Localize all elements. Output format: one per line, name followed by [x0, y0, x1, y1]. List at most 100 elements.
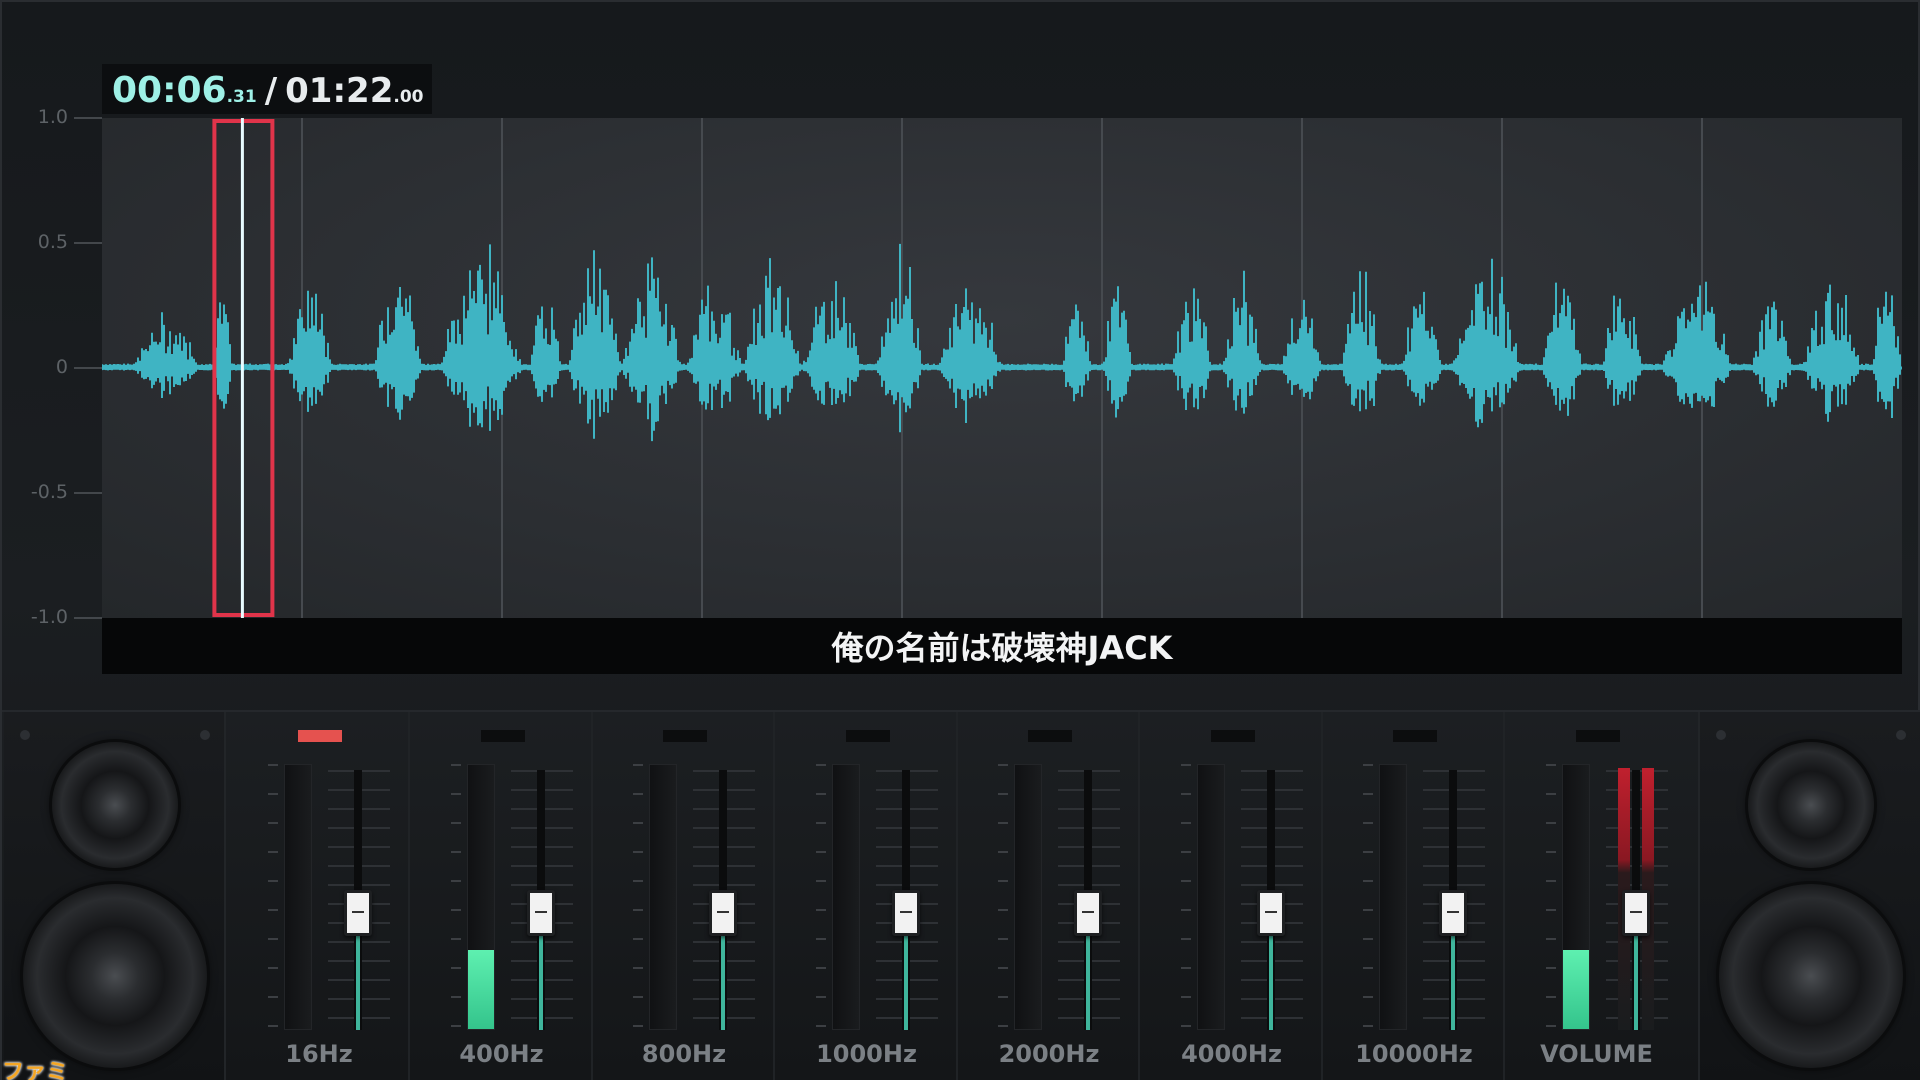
- channel-label: 800Hz: [641, 1040, 727, 1068]
- scale-tick: [268, 1025, 278, 1027]
- woofer-cone: [1719, 884, 1903, 1068]
- scale-tick: [998, 764, 1008, 766]
- scale-tick: [1545, 793, 1556, 795]
- scale-tick: [268, 996, 278, 998]
- subtitle-text: 俺の名前は破壊神JACK: [831, 629, 1173, 667]
- scale-tick: [450, 938, 461, 940]
- scale-tick: [998, 909, 1008, 911]
- scale-tick: [450, 764, 461, 766]
- waveform-svg: [102, 118, 1902, 618]
- time-separator: /: [264, 71, 278, 111]
- screw: [1716, 730, 1726, 740]
- scale-tick: [1180, 967, 1191, 969]
- y-axis-tick: [74, 367, 102, 369]
- channel-label: 4000Hz: [1181, 1040, 1282, 1068]
- meter-scale: [268, 764, 278, 1030]
- level-meter: [466, 764, 495, 1030]
- scale-tick: [815, 967, 826, 969]
- level-meter-fill: [1562, 949, 1589, 1029]
- channel-indicator: [1575, 730, 1620, 742]
- channel-400hz: 400Hz: [411, 712, 593, 1080]
- scale-tick: [1363, 909, 1373, 911]
- scale-tick: [1180, 909, 1191, 911]
- fader-knob[interactable]: [1074, 890, 1102, 936]
- scale-tick: [450, 909, 461, 911]
- scale-tick: [815, 909, 826, 911]
- channel-label: 1000Hz: [816, 1040, 917, 1068]
- fader-knob[interactable]: [1621, 890, 1650, 936]
- channel-indicator: [845, 730, 890, 742]
- scale-tick: [815, 793, 826, 795]
- scale-tick: [1545, 996, 1556, 998]
- channel-indicator: [1393, 730, 1437, 742]
- tweeter-cone: [1748, 742, 1874, 868]
- scale-tick: [450, 793, 461, 795]
- channel-2000hz: 2000Hz: [958, 712, 1140, 1080]
- scale-tick: [268, 938, 278, 940]
- channel-indicator: [298, 730, 342, 742]
- fader-knob[interactable]: [891, 890, 920, 936]
- scale-tick: [450, 967, 461, 969]
- scale-tick: [998, 996, 1008, 998]
- scale-tick: [633, 880, 643, 882]
- scale-tick: [1363, 967, 1373, 969]
- meter-scale: [1363, 764, 1373, 1030]
- scale-tick: [998, 822, 1008, 824]
- meter-scale: [1545, 764, 1556, 1030]
- channel-16hz: 16Hz: [228, 712, 410, 1080]
- scale-tick: [633, 1025, 643, 1027]
- level-meter: [1379, 764, 1407, 1030]
- scale-tick: [1180, 1025, 1191, 1027]
- scale-tick: [450, 851, 461, 853]
- scale-tick: [633, 996, 643, 998]
- y-axis-tick: [74, 492, 102, 494]
- scale-tick: [1545, 851, 1556, 853]
- scale-tick: [450, 1025, 461, 1027]
- total-time: 01:22: [285, 71, 394, 111]
- scale-tick: [1363, 880, 1373, 882]
- scale-tick: [1363, 793, 1373, 795]
- scale-tick: [268, 793, 278, 795]
- scale-tick: [633, 967, 643, 969]
- scale-tick: [633, 822, 643, 824]
- y-axis-label: 0: [55, 356, 68, 378]
- meter-scale: [815, 764, 826, 1030]
- current-time: 00:06: [112, 70, 227, 111]
- scale-tick: [1180, 822, 1191, 824]
- fader-knob[interactable]: [1256, 890, 1285, 936]
- scale-tick: [1180, 793, 1191, 795]
- level-meter: [1196, 764, 1225, 1030]
- waveform-plot[interactable]: [102, 118, 1902, 618]
- scale-tick: [815, 938, 826, 940]
- screw: [200, 730, 210, 740]
- scale-tick: [1180, 764, 1191, 766]
- scale-tick: [633, 793, 643, 795]
- current-time-fraction: .31: [226, 87, 257, 107]
- speaker-right: [1698, 712, 1920, 1080]
- scale-tick: [268, 909, 278, 911]
- scale-tick: [998, 793, 1008, 795]
- scale-tick: [998, 1025, 1008, 1027]
- fader-knob[interactable]: [344, 890, 372, 936]
- channel-indicator: [1210, 730, 1255, 742]
- scale-tick: [450, 880, 461, 882]
- scale-tick: [1363, 822, 1373, 824]
- y-axis-tick: [74, 242, 102, 244]
- level-meter: [649, 764, 677, 1030]
- waveform-path: [102, 243, 1901, 442]
- meter-scale: [1180, 764, 1191, 1030]
- scale-tick: [1545, 1025, 1556, 1027]
- speaker-left: [4, 712, 226, 1080]
- fader-knob[interactable]: [526, 890, 555, 936]
- scale-tick: [815, 880, 826, 882]
- meter-scale: [998, 764, 1008, 1030]
- watermark-logo: ファミ通.com: [2, 1060, 69, 1080]
- channel-label: 10000Hz: [1355, 1040, 1473, 1068]
- fader-knob[interactable]: [1439, 890, 1467, 936]
- fader-knob[interactable]: [709, 890, 737, 936]
- scale-tick: [815, 822, 826, 824]
- channel-10000hz: 10000Hz: [1323, 712, 1505, 1080]
- y-axis-label: 1.0: [37, 106, 68, 128]
- scale-tick: [1363, 1025, 1373, 1027]
- scale-tick: [268, 880, 278, 882]
